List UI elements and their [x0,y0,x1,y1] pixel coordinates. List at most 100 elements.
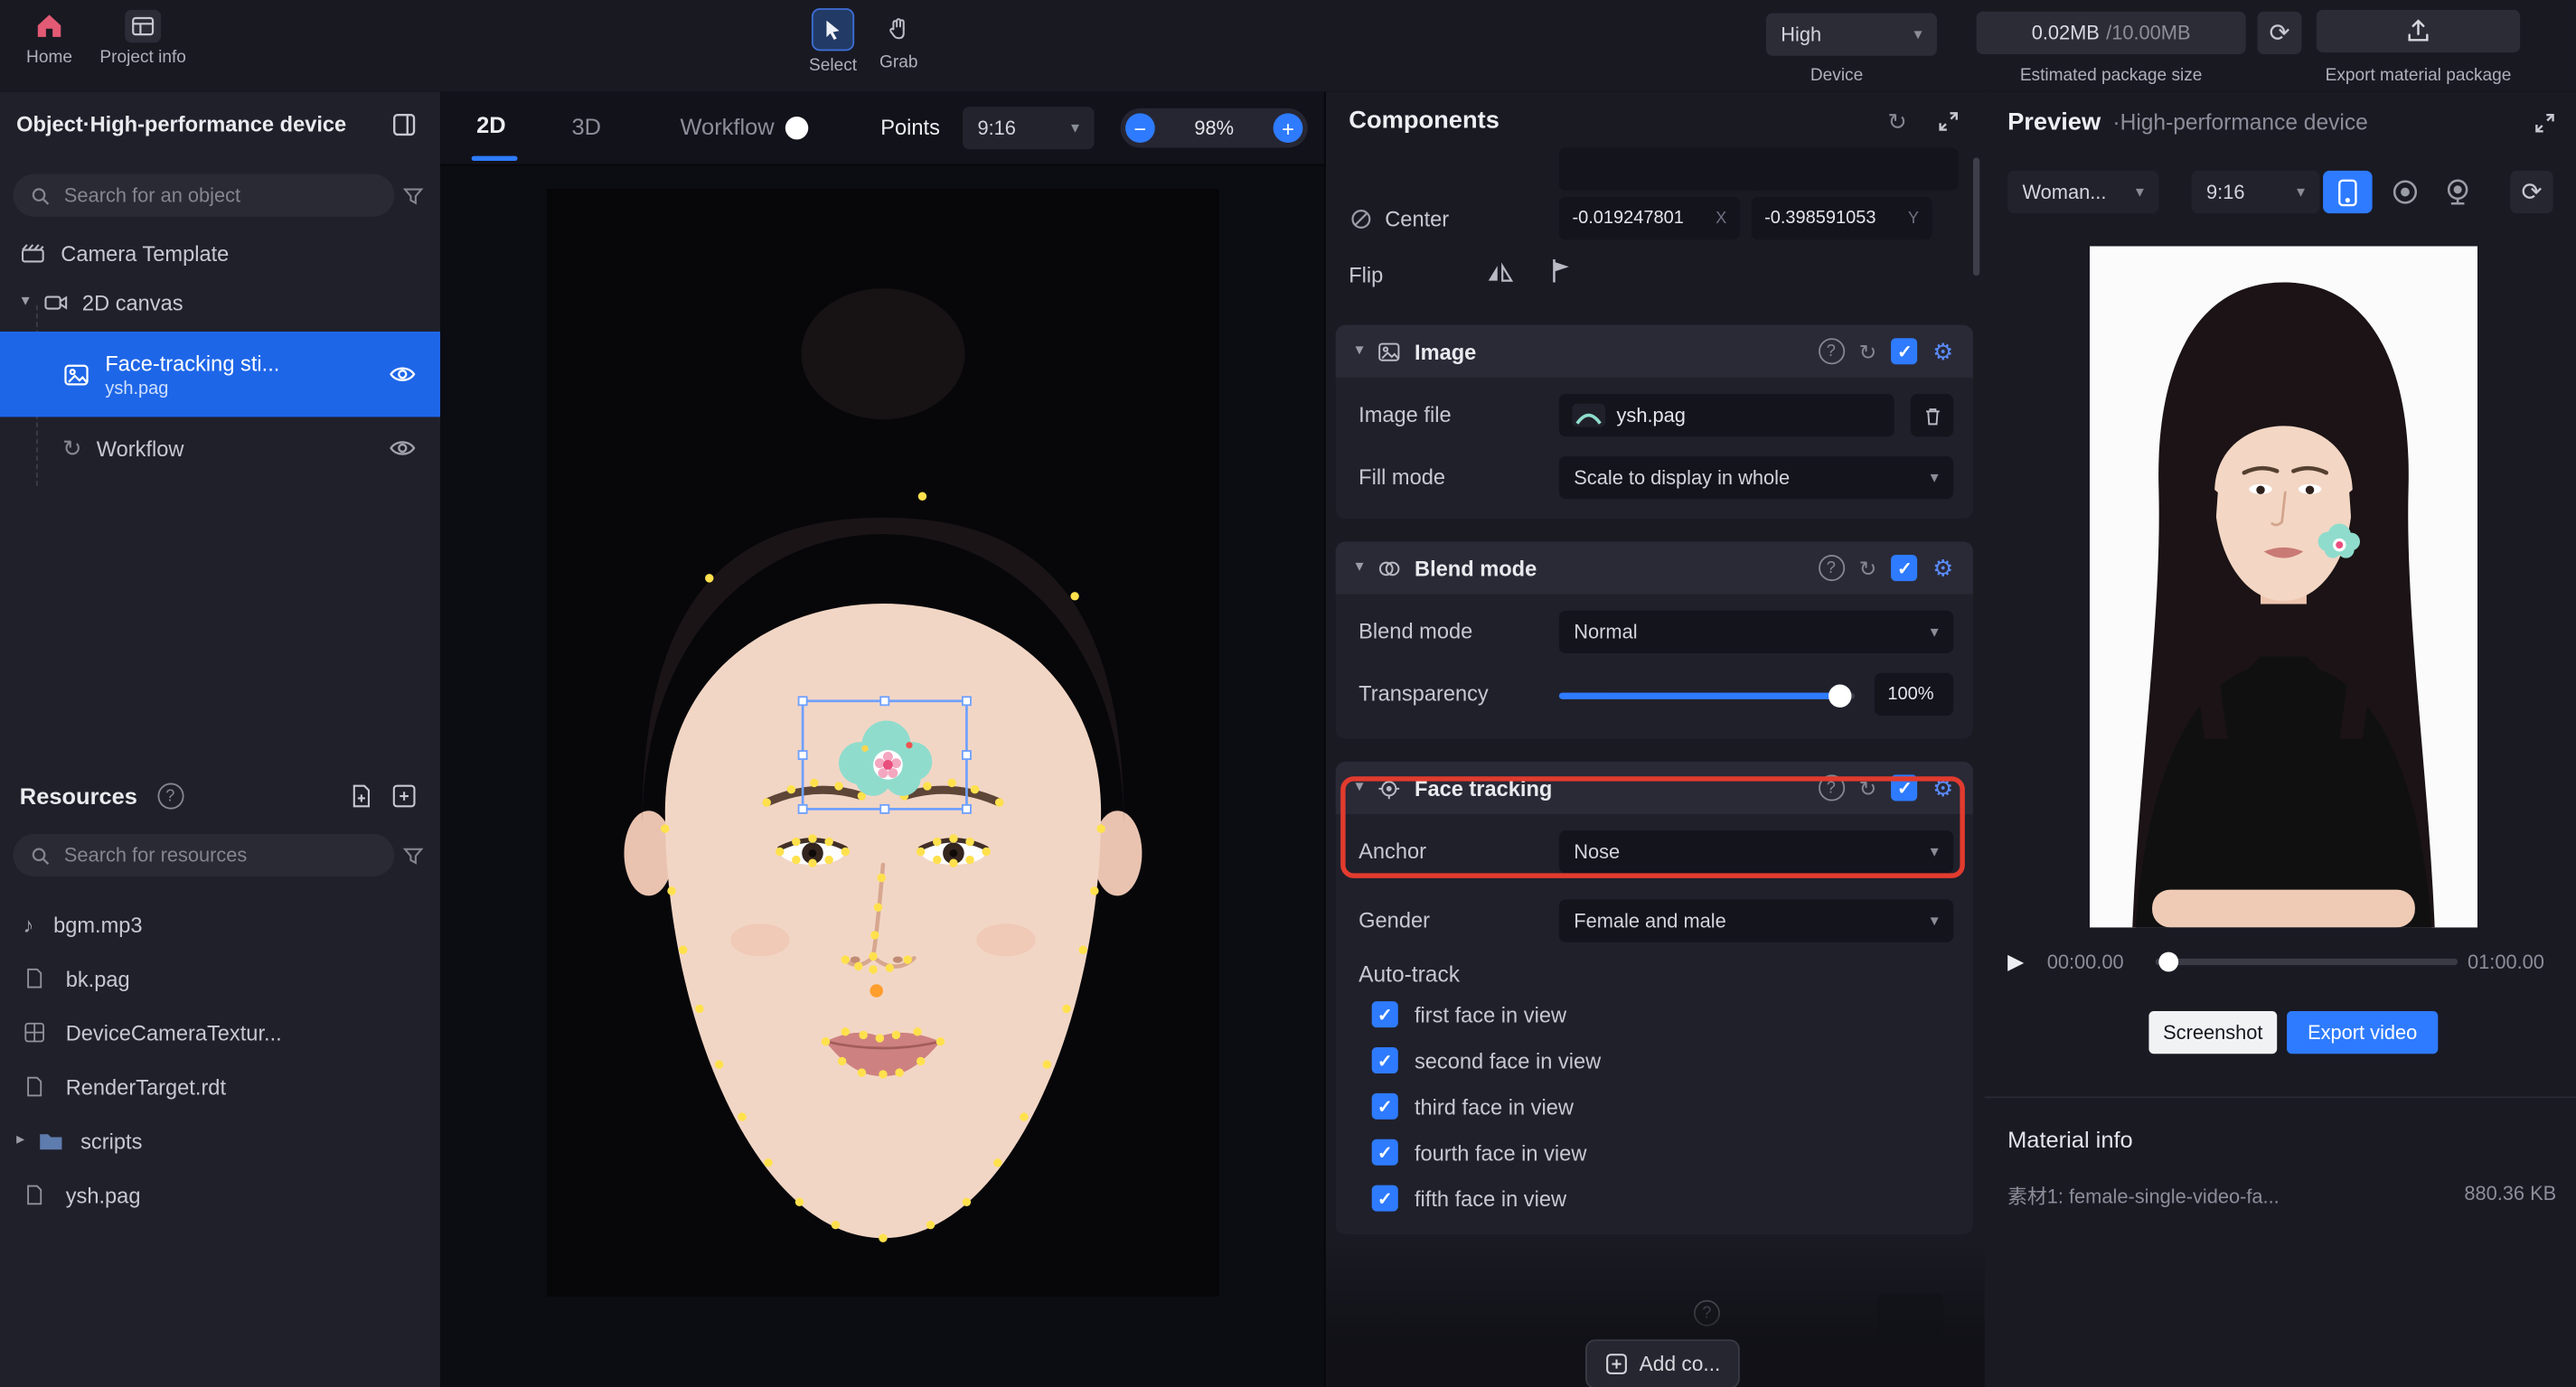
grab-tool-button[interactable]: Grab [870,8,926,72]
preview-refresh-button[interactable]: ⟳ [2510,171,2552,213]
slider-knob[interactable] [1829,685,1851,708]
visibility-eye-icon[interactable] [388,436,418,459]
device-preview-button[interactable] [2323,171,2373,213]
transparency-value-field[interactable]: 100% [1875,673,1953,716]
face-tracking-section-header[interactable]: ▾ Face tracking ? ↻ ✓ ⚙ [1336,762,1973,814]
reset-icon[interactable]: ↻ [1859,558,1877,579]
components-collapse-icon[interactable] [1937,110,1960,133]
caret-down-icon: ▾ [1921,469,1939,487]
delete-image-button[interactable] [1911,394,1953,436]
section-enabled-checkbox[interactable]: ✓ [1892,338,1918,364]
section-enabled-checkbox[interactable]: ✓ [1892,555,1918,581]
blend-mode-dropdown[interactable]: Normal ▾ [1559,611,1953,653]
resource-item[interactable]: DeviceCameraTextur... [0,1007,440,1056]
tab-2d[interactable]: 2D [476,112,506,138]
gear-icon[interactable]: ⚙ [1932,776,1953,799]
transparency-slider[interactable] [1559,693,1855,699]
resource-item-scripts-folder[interactable]: ▸ scripts [0,1116,440,1165]
scrollbar[interactable] [1973,157,1979,276]
checkbox-checked[interactable]: ✓ [1372,1186,1398,1212]
gender-label: Gender [1359,908,1430,932]
tree-item-face-tracking-sticker[interactable]: Face-tracking sti... ysh.pag [0,332,440,417]
object-filter-icon[interactable] [400,183,425,208]
auto-track-option[interactable]: ✓ second face in view [1372,1047,1601,1073]
model-dropdown[interactable]: Woman... ▾ [2007,171,2158,213]
add-resource-icon[interactable] [391,783,418,810]
gender-dropdown[interactable]: Female and male ▾ [1559,899,1953,942]
export-video-button[interactable]: Export video [2287,1011,2438,1054]
auto-track-option[interactable]: ✓ third face in view [1372,1093,1574,1120]
timeline-knob[interactable] [2158,952,2178,972]
screenshot-button[interactable]: Screenshot [2148,1011,2277,1054]
gender-value: Female and male [1574,909,1726,932]
center-y-field[interactable]: -0.398591053 Y [1752,197,1932,239]
resource-item[interactable]: ysh.pag [0,1170,440,1219]
zoom-in-button[interactable]: + [1274,113,1303,143]
play-button[interactable]: ▶ [2007,949,2024,975]
canvas-photo[interactable] [547,189,1218,1297]
resource-item[interactable]: bk.pag [0,953,440,1002]
checkbox-checked[interactable]: ✓ [1372,1001,1398,1027]
auto-track-option[interactable]: ✓ fifth face in view [1372,1186,1566,1212]
center-x-field[interactable]: -0.019247801 X [1559,197,1740,239]
object-search-input[interactable] [61,183,378,209]
export-package-button[interactable] [2317,10,2520,52]
help-icon[interactable]: ? [1818,555,1844,581]
gear-icon[interactable]: ⚙ [1932,340,1953,362]
fill-mode-dropdown[interactable]: Scale to display in whole ▾ [1559,456,1953,499]
project-info-button[interactable]: Project info [89,10,197,68]
zoom-out-button[interactable]: − [1125,113,1155,143]
timeline-slider[interactable] [2156,959,2458,965]
aspect-ratio-dropdown[interactable]: 9:16 ▾ [963,107,1094,149]
reset-icon[interactable]: ↻ [1859,777,1877,799]
tab-workflow[interactable]: Workflow [680,113,774,139]
resource-filter-icon[interactable] [400,844,425,868]
panel-collapse-icon[interactable] [391,112,418,138]
select-tool-button[interactable]: Select [802,8,864,75]
image-section-header[interactable]: ▾ Image ? ↻ ✓ ⚙ [1336,325,1973,378]
lens-preview-icon[interactable] [2389,175,2421,208]
tab-3d[interactable]: 3D [572,113,602,139]
truncated-field[interactable] [1878,1293,1944,1335]
blend-section-header[interactable]: ▾ Blend mode ? ↻ ✓ ⚙ [1336,541,1973,594]
gear-icon[interactable]: ⚙ [1932,557,1953,579]
auto-track-option-label: second face in view [1415,1048,1601,1073]
help-icon[interactable]: ? [1818,338,1844,364]
flip-vertical-icon[interactable] [1546,256,1575,286]
resource-item[interactable]: ♪ bgm.mp3 [0,899,440,948]
anchor-dropdown[interactable]: Nose ▾ [1559,830,1953,873]
tree-item-2d-canvas[interactable]: ▾ 2D canvas [0,279,440,325]
scale-x-field[interactable] [1559,147,1766,190]
resource-item[interactable]: RenderTarget.rdt [0,1062,440,1111]
resource-search-box[interactable] [14,834,395,876]
resource-search-input[interactable] [61,842,378,868]
package-refresh-button[interactable]: ⟳ [2257,12,2301,54]
help-icon[interactable]: ? [157,783,183,810]
section-enabled-checkbox[interactable]: ✓ [1892,774,1918,801]
reset-icon[interactable]: ↻ [1859,341,1877,362]
tree-item-camera-template[interactable]: Camera Template [0,230,440,276]
new-file-icon[interactable] [348,783,374,810]
checkbox-checked[interactable]: ✓ [1372,1093,1398,1120]
checkbox-checked[interactable]: ✓ [1372,1139,1398,1166]
object-search-box[interactable] [14,174,395,217]
help-icon[interactable]: ? [1694,1300,1720,1326]
webcam-preview-icon[interactable] [2441,175,2474,208]
auto-track-option[interactable]: ✓ first face in view [1372,1001,1566,1027]
preview-collapse-icon[interactable] [2534,112,2556,135]
device-quality-dropdown[interactable]: High ▾ [1766,14,1937,56]
visibility-eye-icon[interactable] [388,362,418,385]
preview-aspect-dropdown[interactable]: 9:16 ▾ [2192,171,2320,213]
tree-item-workflow[interactable]: ↻ Workflow [0,424,440,473]
help-icon[interactable]: ? [1818,774,1844,801]
components-reset-icon[interactable]: ↻ [1887,110,1906,133]
transparency-value: 100% [1887,685,1933,705]
checkbox-checked[interactable]: ✓ [1372,1047,1398,1073]
scale-y-field[interactable] [1752,147,1959,190]
home-button[interactable]: Home [14,10,86,68]
search-icon [30,845,52,867]
auto-track-option[interactable]: ✓ fourth face in view [1372,1139,1587,1166]
image-file-field[interactable]: ysh.pag [1559,394,1894,436]
flip-horizontal-icon[interactable] [1483,258,1516,287]
add-component-button[interactable]: Add co... [1585,1339,1740,1387]
